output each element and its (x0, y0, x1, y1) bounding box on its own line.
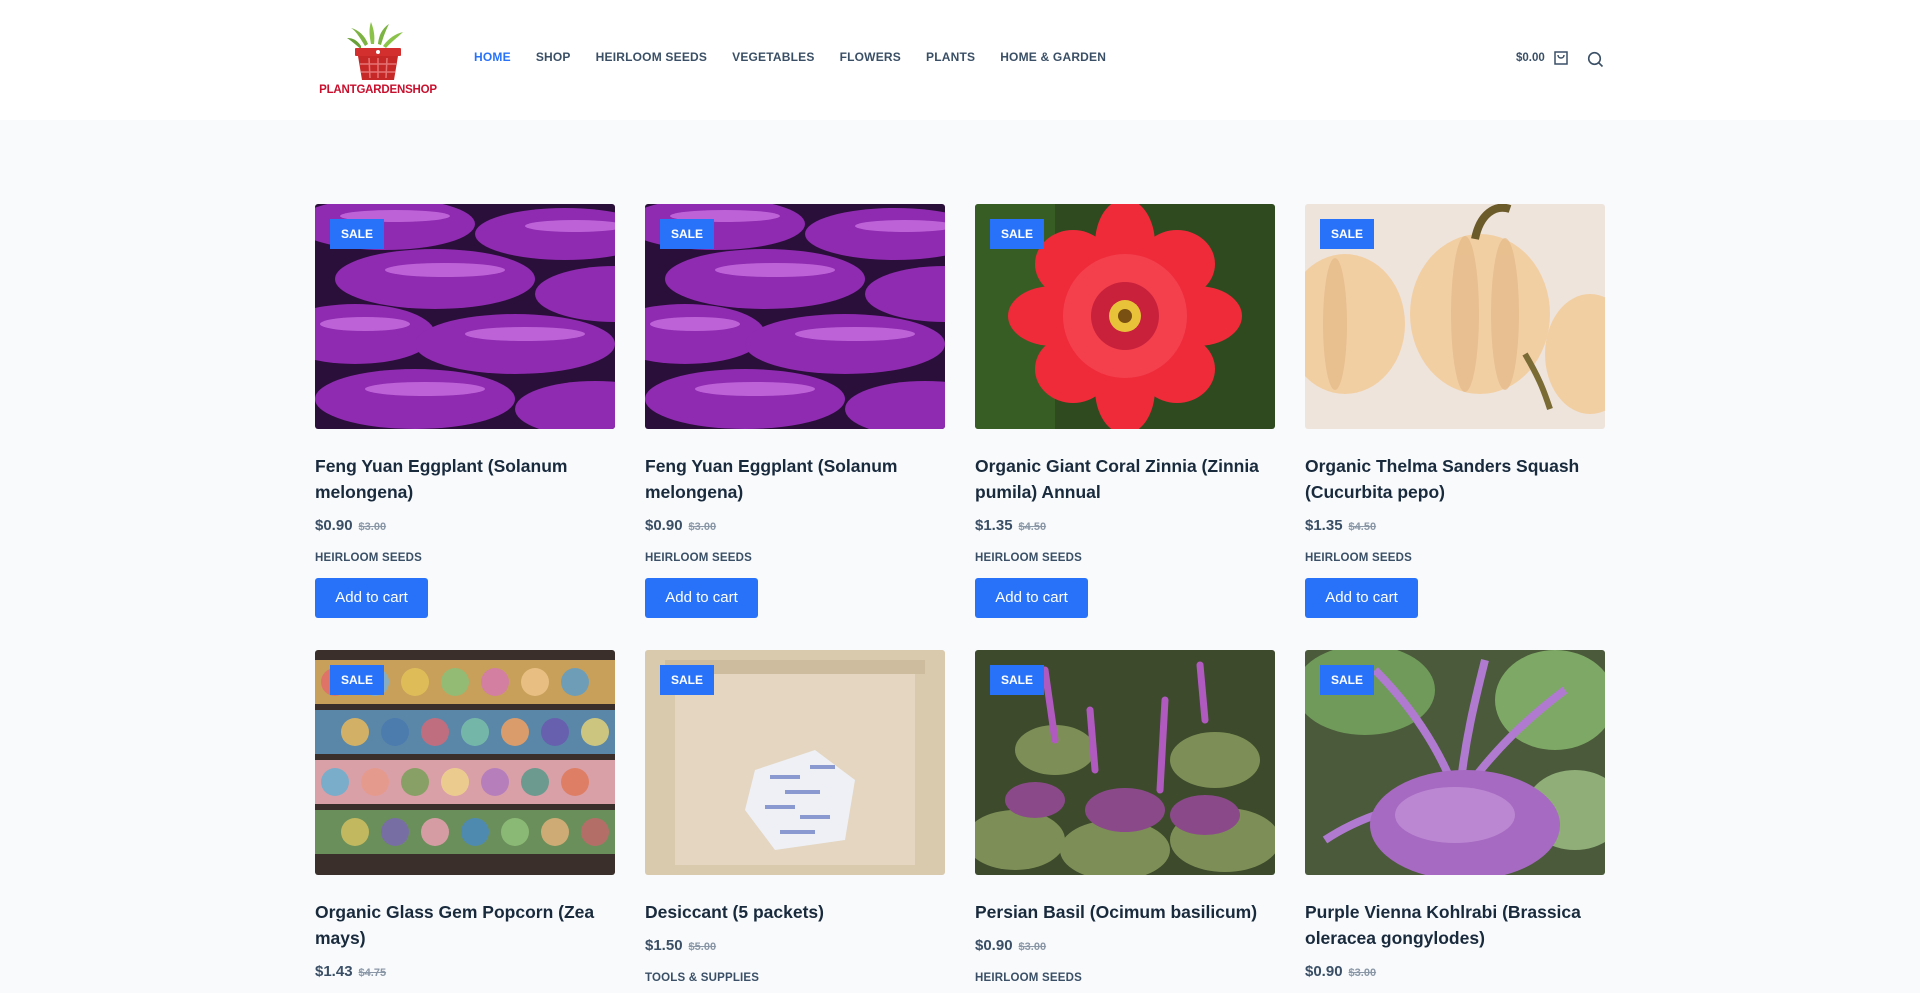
product-card: SALE Purple Vienna Kohlrabi (Brassica ol… (1305, 650, 1605, 980)
product-image[interactable]: SALE (975, 650, 1275, 875)
product-category[interactable]: HEIRLOOM SEEDS (975, 552, 1275, 564)
product-price: $1.35 $4.50 (1305, 517, 1605, 534)
product-image[interactable]: SALE (315, 204, 615, 429)
product-title[interactable]: Purple Vienna Kohlrabi (Brassica olerace… (1305, 899, 1605, 951)
nav-item-home-garden[interactable]: HOME & GARDEN (1000, 50, 1106, 64)
nav-item-home[interactable]: HOME (474, 50, 511, 64)
add-to-cart-button[interactable]: Add to cart (1305, 578, 1418, 618)
sale-badge: SALE (660, 665, 715, 695)
product-title[interactable]: Persian Basil (Ocimum basilicum) (975, 899, 1275, 925)
sale-badge: SALE (660, 219, 715, 249)
original-price: $4.50 (1018, 521, 1047, 533)
product-image[interactable]: SALE (645, 650, 945, 875)
add-to-cart-button[interactable]: Add to cart (315, 578, 428, 618)
product-image[interactable]: SALE (645, 204, 945, 429)
product-category[interactable]: HEIRLOOM SEEDS (315, 552, 615, 564)
product-title[interactable]: Organic Glass Gem Popcorn (Zea mays) (315, 899, 615, 951)
product-price: $1.35 $4.50 (975, 517, 1275, 534)
sale-badge: SALE (1320, 219, 1375, 249)
cart-icon (1554, 51, 1568, 65)
original-price: $3.00 (358, 521, 387, 533)
sale-price: $1.50 (645, 937, 683, 954)
add-to-cart-button[interactable]: Add to cart (975, 578, 1088, 618)
product-title[interactable]: Desiccant (5 packets) (645, 899, 945, 925)
product-image[interactable]: SALE (975, 204, 1275, 429)
sale-badge: SALE (1320, 665, 1375, 695)
product-image[interactable]: SALE (315, 650, 615, 875)
nav-item-plants[interactable]: PLANTS (926, 50, 975, 64)
product-price: $1.50 $5.00 (645, 937, 945, 954)
sale-badge: SALE (330, 665, 385, 695)
sale-price: $1.43 (315, 963, 353, 980)
original-price: $3.00 (688, 521, 717, 533)
product-card: SALE Organic Glass Gem Popcorn (Zea mays… (315, 650, 615, 980)
product-title[interactable]: Organic Giant Coral Zinnia (Zinnia pumil… (975, 453, 1275, 505)
sale-price: $0.90 (975, 937, 1013, 954)
sale-price: $0.90 (315, 517, 353, 534)
product-price: $1.43 $4.75 (315, 963, 615, 980)
product-title[interactable]: Feng Yuan Eggplant (Solanum melongena) (315, 453, 615, 505)
sale-price: $0.90 (1305, 963, 1343, 980)
product-card: SALE Desiccant (5 packets) $1.50 $5.00 T… (645, 650, 945, 984)
sale-price: $0.90 (645, 517, 683, 534)
product-price: $0.90 $3.00 (645, 517, 945, 534)
sale-badge: SALE (330, 219, 385, 249)
nav-item-vegetables[interactable]: VEGETABLES (732, 50, 814, 64)
main-nav: HOME SHOP HEIRLOOM SEEDS VEGETABLES FLOW… (474, 50, 1131, 64)
cart-button[interactable]: $0.00 (1516, 50, 1569, 66)
original-price: $4.75 (358, 967, 387, 979)
brand-name: PLANTGARDENSHOP (319, 84, 437, 96)
nav-item-heirloom-seeds[interactable]: HEIRLOOM SEEDS (596, 50, 707, 64)
product-image[interactable]: SALE (1305, 650, 1605, 875)
original-price: $3.00 (1018, 941, 1047, 953)
product-price: $0.90 $3.00 (975, 937, 1275, 954)
product-price: $0.90 $3.00 (1305, 963, 1605, 980)
site-header: PLANTGARDENSHOP HOME SHOP HEIRLOOM SEEDS… (0, 0, 1920, 120)
sale-price: $1.35 (1305, 517, 1343, 534)
original-price: $4.50 (1348, 521, 1377, 533)
product-category[interactable]: HEIRLOOM SEEDS (1305, 552, 1605, 564)
sale-price: $1.35 (975, 517, 1013, 534)
search-button[interactable] (1587, 51, 1604, 73)
original-price: $5.00 (688, 941, 717, 953)
product-category[interactable]: TOOLS & SUPPLIES (645, 972, 945, 984)
nav-item-flowers[interactable]: FLOWERS (840, 50, 901, 64)
product-price: $0.90 $3.00 (315, 517, 615, 534)
product-card: SALE Persian Basil (Ocimum basilicum) $0… (975, 650, 1275, 984)
search-icon (1587, 51, 1604, 68)
product-card: SALE Organic Giant Coral Zinnia (Zinnia … (975, 204, 1275, 618)
product-title[interactable]: Organic Thelma Sanders Squash (Cucurbita… (1305, 453, 1605, 505)
product-image[interactable]: SALE (1305, 204, 1605, 429)
product-title[interactable]: Feng Yuan Eggplant (Solanum melongena) (645, 453, 945, 505)
product-category[interactable]: HEIRLOOM SEEDS (975, 972, 1275, 984)
sale-badge: SALE (990, 219, 1045, 249)
add-to-cart-button[interactable]: Add to cart (645, 578, 758, 618)
product-card: SALE Feng Yuan Eggplant (Solanum melonge… (645, 204, 945, 618)
sale-badge: SALE (990, 665, 1045, 695)
basket-logo-icon (347, 22, 403, 80)
original-price: $3.00 (1348, 967, 1377, 979)
product-card: SALE Feng Yuan Eggplant (Solanum melonge… (315, 204, 615, 618)
product-category[interactable]: HEIRLOOM SEEDS (645, 552, 945, 564)
site-logo[interactable]: PLANTGARDENSHOP (315, 22, 441, 102)
nav-item-shop[interactable]: SHOP (536, 50, 571, 64)
cart-total: $0.00 (1516, 52, 1545, 64)
product-card: SALE Organic Thelma Sanders Squash (Cucu… (1305, 204, 1605, 618)
